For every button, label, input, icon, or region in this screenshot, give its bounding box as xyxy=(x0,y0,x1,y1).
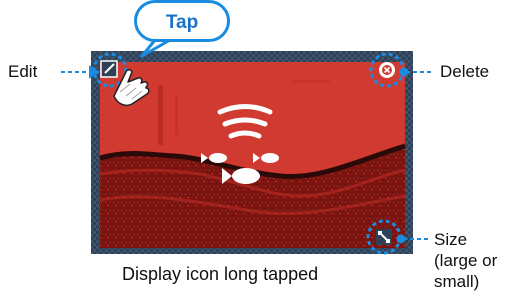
delete-label: Delete xyxy=(440,62,490,81)
edit-label: Edit xyxy=(8,62,38,81)
edit-icon xyxy=(100,60,118,78)
figure-caption: Display icon long tapped xyxy=(122,264,319,284)
edit-connector xyxy=(61,65,100,79)
size-connector xyxy=(396,234,429,244)
size-label: Size xyxy=(434,230,468,249)
delete-connector xyxy=(399,67,434,77)
size-detail-line1: (large or xyxy=(434,251,498,270)
tap-label: Tap xyxy=(165,12,199,33)
delete-icon xyxy=(379,62,395,78)
resize-icon xyxy=(376,229,392,245)
size-detail-line2: small) xyxy=(434,272,480,291)
tap-callout: Tap xyxy=(134,0,230,42)
size-label-block: Size (large or small) xyxy=(434,229,497,292)
